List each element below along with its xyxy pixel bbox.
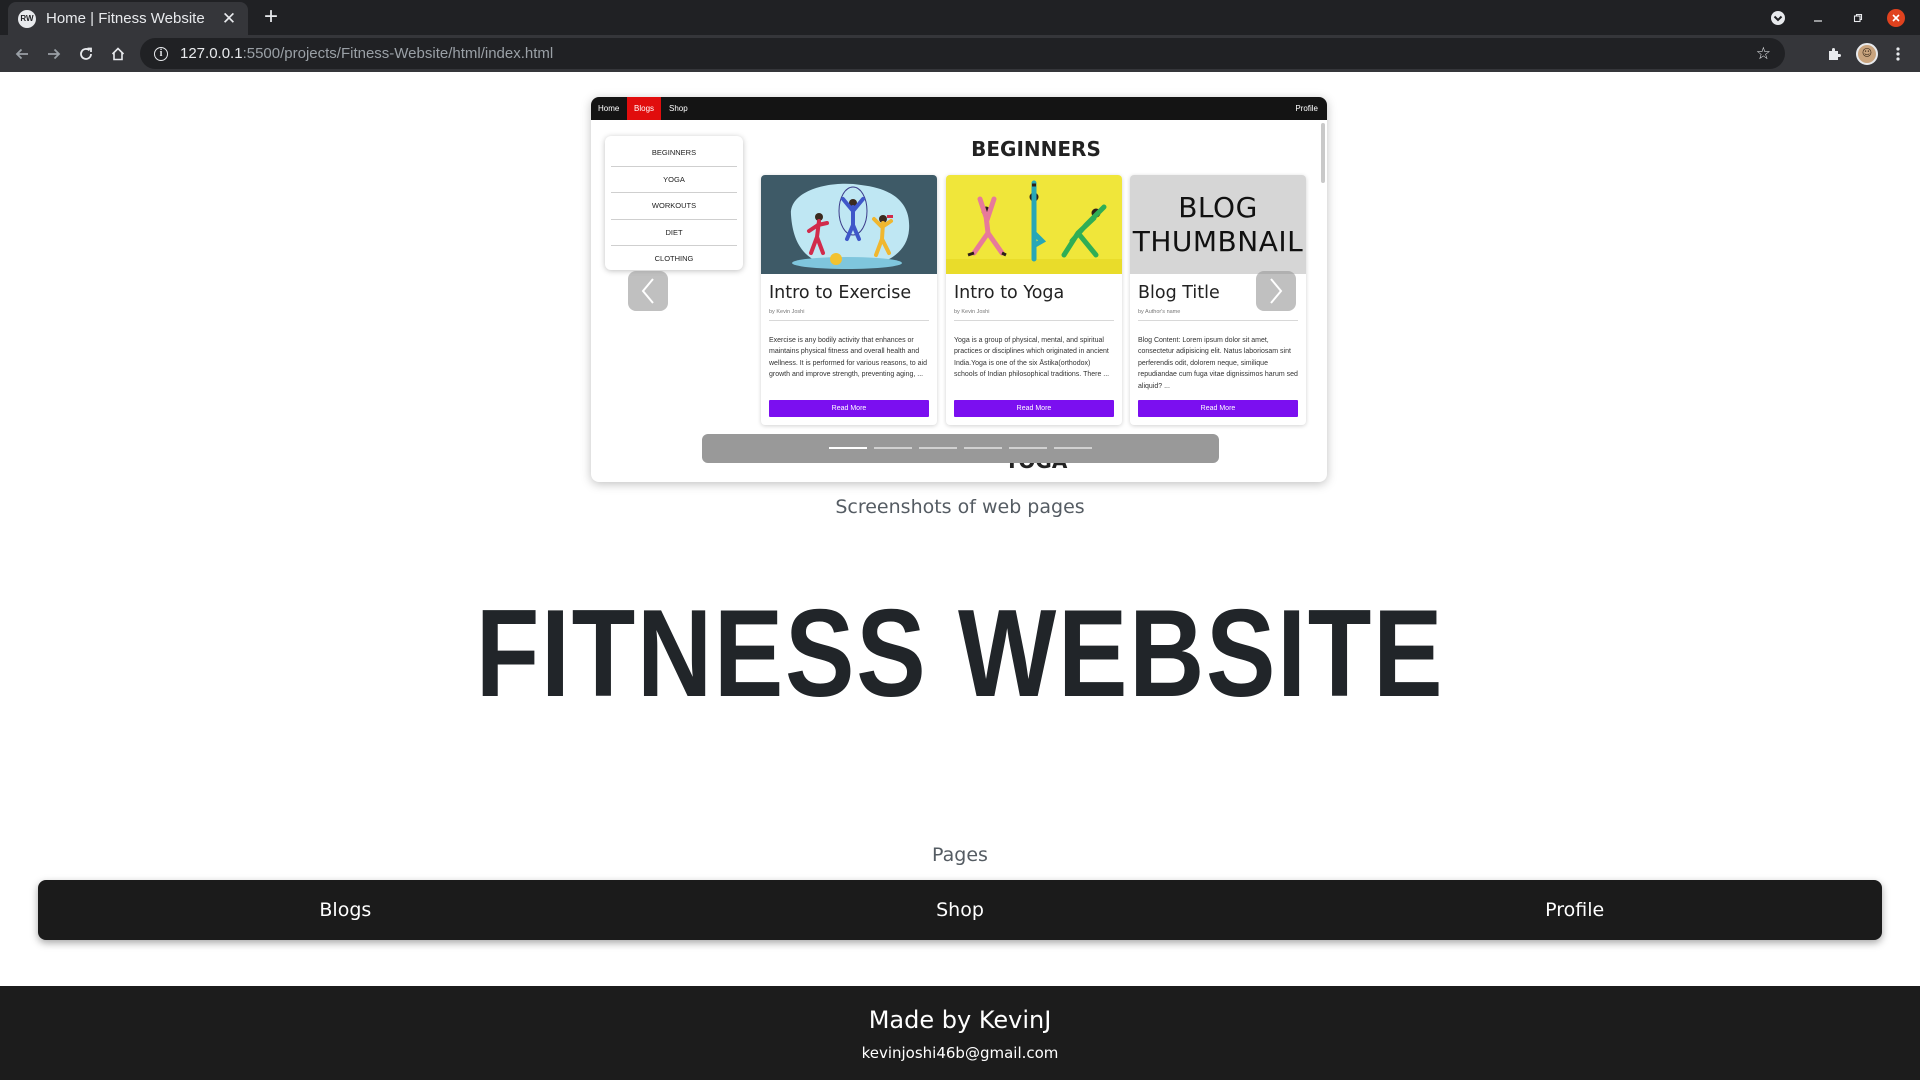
card-author: by Author's name [1138, 309, 1181, 315]
pages-link-blogs[interactable]: Blogs [38, 880, 653, 940]
carousel-indicator[interactable] [919, 447, 957, 449]
browser-toolbar: i 127.0.0.1:5500/projects/Fitness-Websit… [0, 35, 1920, 72]
minimize-icon[interactable] [1806, 0, 1830, 35]
read-more-button: Read More [1138, 400, 1298, 417]
url-host: 127.0.0.1 [180, 45, 243, 62]
mini-nav-blogs: Blogs [627, 97, 662, 120]
pages-label: Pages [932, 844, 988, 866]
profile-menu-icon[interactable] [1766, 0, 1790, 35]
favicon-icon: RW [18, 9, 36, 28]
read-more-button: Read More [954, 400, 1114, 417]
read-more-button: Read More [769, 400, 929, 417]
footer-made-by: Made by KevinJ [868, 1006, 1052, 1034]
new-tab-button[interactable]: + [256, 3, 286, 33]
footer: Made by KevinJ kevinjoshi46b@gmail.com [0, 986, 1920, 1080]
thumbnail-text-line: THUMBNAIL [1132, 224, 1304, 258]
pages-nav-bar: Blogs Shop Profile [38, 880, 1882, 940]
category-item: YOGA [611, 167, 737, 193]
home-icon[interactable] [103, 35, 133, 72]
category-item: BEGINNERS [611, 140, 737, 167]
window-close-icon[interactable] [1884, 0, 1908, 35]
forward-icon[interactable] [39, 35, 69, 72]
page-title: FITNESS WEBSITE [475, 585, 1445, 723]
blog-card: Intro to Yoga by Kevin Joshi Yoga is a g… [946, 175, 1122, 425]
card-title: Intro to Yoga [954, 283, 1065, 303]
card-divider [769, 320, 929, 321]
carousel-indicator[interactable] [964, 447, 1002, 449]
card-title: Intro to Exercise [769, 283, 912, 303]
url-path: :5500/projects/Fitness-Website/html/inde… [242, 45, 554, 62]
mini-navbar: Home Blogs Shop Profile [591, 97, 1327, 120]
back-icon[interactable] [7, 35, 37, 72]
card-excerpt: Exercise is any bodily activity that enh… [769, 337, 927, 379]
kebab-menu-icon[interactable] [1888, 35, 1908, 72]
mini-scrollbar [1321, 123, 1325, 183]
card-excerpt: Yoga is a group of physical, mental, and… [954, 337, 1110, 379]
thumbnail-text-line: BLOG [1178, 190, 1258, 224]
pages-link-profile[interactable]: Profile [1267, 880, 1882, 940]
carousel-indicators [702, 434, 1219, 463]
site-info-icon[interactable]: i [154, 46, 168, 61]
mini-nav-shop: Shop [669, 104, 688, 113]
profile-avatar-icon[interactable]: ☺ [1854, 35, 1880, 72]
category-item: WORKOUTS [611, 193, 737, 220]
browser-tab-strip: RW Home | Fitness Website ✕ + [0, 0, 1920, 35]
reload-icon[interactable] [71, 35, 101, 72]
carousel-indicator[interactable] [1054, 447, 1092, 449]
tab-close-icon[interactable]: ✕ [220, 9, 238, 29]
category-item: DIET [611, 220, 737, 246]
carousel-indicator[interactable] [1009, 447, 1047, 449]
card-author: by Kevin Joshi [769, 309, 805, 315]
section-heading: BEGINNERS [971, 137, 1101, 161]
pages-link-shop[interactable]: Shop [653, 880, 1268, 940]
website-screenshot: Home Blogs Shop Profile BEGINNERS YOGA W… [591, 97, 1327, 482]
tab-title: Home | Fitness Website [46, 10, 205, 27]
category-item: CLOTHING [654, 254, 694, 263]
yoga-illustration [946, 175, 1122, 274]
bookmark-star-icon[interactable]: ☆ [1756, 44, 1771, 64]
mini-nav-home: Home [598, 104, 620, 113]
address-bar[interactable]: i 127.0.0.1:5500/projects/Fitness-Websit… [140, 38, 1785, 69]
card-divider [1138, 320, 1298, 321]
card-divider [954, 320, 1114, 321]
carousel-next-icon[interactable] [1256, 271, 1296, 311]
restore-icon[interactable] [1846, 0, 1870, 35]
screenshots-caption: Screenshots of web pages [835, 496, 1085, 518]
extensions-icon[interactable] [1822, 35, 1846, 72]
card-excerpt: Blog Content: Lorem ipsum dolor sit amet… [1138, 337, 1298, 390]
card-author: by Kevin Joshi [954, 309, 990, 315]
blog-thumbnail-placeholder: BLOG THUMBNAIL [1130, 175, 1306, 274]
footer-email[interactable]: kevinjoshi46b@gmail.com [0, 1044, 1920, 1062]
blog-card: Intro to Exercise by Kevin Joshi Exercis… [761, 175, 937, 425]
browser-tab[interactable]: RW Home | Fitness Website ✕ [8, 2, 248, 35]
page-content: Home Blogs Shop Profile BEGINNERS YOGA W… [0, 72, 1920, 1080]
mini-nav-profile: Profile [1295, 104, 1318, 113]
carousel-indicator[interactable] [874, 447, 912, 449]
carousel-indicator[interactable] [829, 447, 867, 449]
exercise-illustration [761, 175, 937, 274]
category-menu: BEGINNERS YOGA WORKOUTS DIET CLOTHING [605, 136, 743, 270]
carousel-prev-icon[interactable] [628, 271, 668, 311]
card-title: Blog Title [1138, 283, 1220, 303]
